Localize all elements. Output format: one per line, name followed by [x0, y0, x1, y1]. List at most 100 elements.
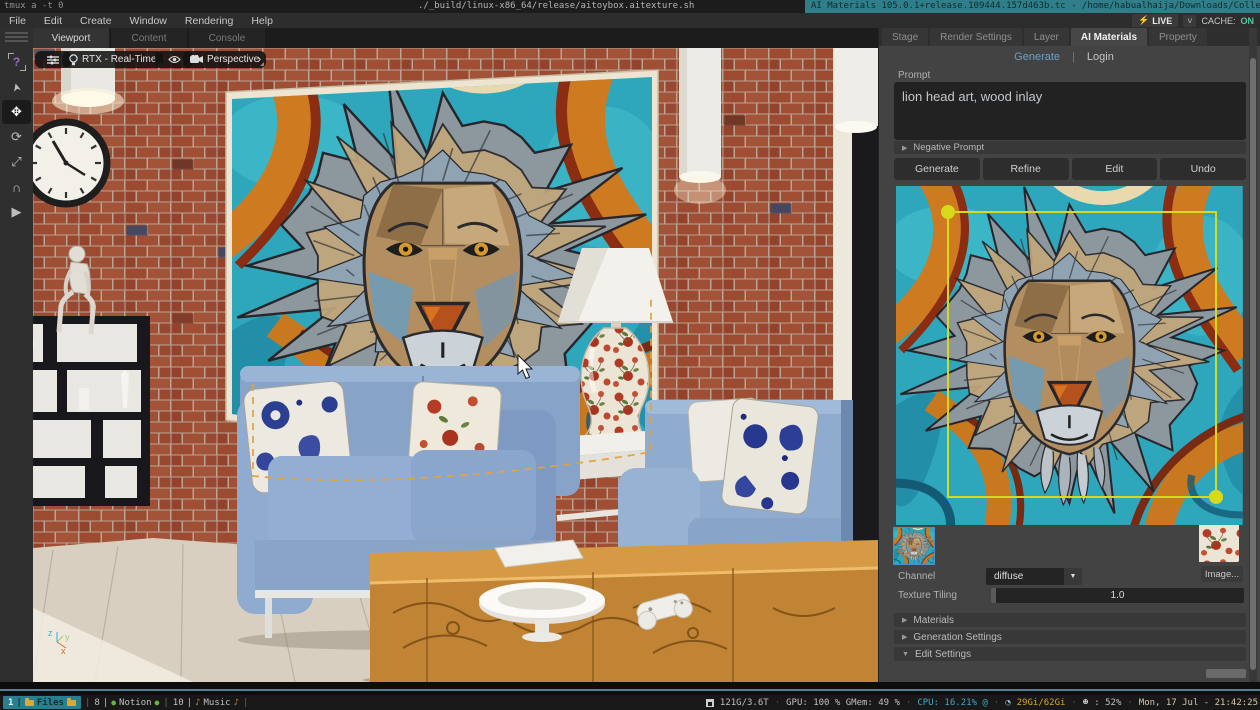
channel-dropdown[interactable]: diffuse ▼ [986, 568, 1082, 585]
texture-preview[interactable] [896, 186, 1243, 525]
process-path-text: ./_build/linux-x86_64/release/aitoybox.a… [418, 1, 694, 11]
menu-create[interactable]: Create [71, 15, 121, 27]
negative-prompt-header[interactable]: ▶ Negative Prompt [894, 141, 1246, 154]
section-materials-label: Materials [913, 615, 954, 626]
viewport-tab-bar: Viewport Content Console [33, 28, 878, 48]
scale-icon: ⤢ [11, 154, 21, 170]
tab-layer[interactable]: Layer [1024, 28, 1069, 46]
move-tool[interactable]: ✥ [2, 100, 31, 124]
coffee-table [363, 540, 878, 682]
section-materials[interactable]: ▶ Materials [894, 613, 1246, 627]
tmux-status-bar: 1 | Files | 8 | ● Notion ● | 10 | ♪ Musi… [0, 695, 1260, 710]
cache-state: ON [1241, 16, 1255, 26]
live-button[interactable]: ⚡ LIVE [1132, 14, 1178, 27]
tmux-window-notion[interactable]: 8 | ● Notion ● [94, 698, 159, 708]
bottom-gap [0, 682, 1260, 695]
disk-icon [706, 699, 714, 707]
menu-file[interactable]: File [0, 15, 35, 27]
window-label: Music [203, 698, 230, 708]
separator-dot: · [775, 698, 780, 708]
tab-render-settings[interactable]: Render Settings [930, 28, 1022, 46]
snap-tool[interactable]: ∩ [2, 175, 31, 199]
application-window: tmux a -t 0 ./_build/linux-x86_64/releas… [0, 0, 1260, 710]
pipe: | [103, 698, 108, 708]
collapsed-arrow-icon: ▶ [902, 633, 907, 641]
section-generation-settings[interactable]: ▶ Generation Settings [894, 630, 1246, 644]
texture-tiling-value: 1.0 [1111, 590, 1125, 601]
tab-property[interactable]: Property [1149, 28, 1207, 46]
live-dropdown-caret[interactable]: ˅ [1183, 15, 1196, 27]
memory-icon: ◔ [1005, 698, 1010, 708]
section-edit-settings[interactable]: ▼ Edit Settings [894, 647, 1246, 661]
menu-help[interactable]: Help [242, 15, 282, 27]
rotate-tool[interactable]: ⟳ [2, 125, 31, 149]
select-tool[interactable]: ➤ [2, 75, 31, 99]
play-button[interactable]: ▶ [2, 200, 31, 224]
prompt-input[interactable]: lion head art, wood inlay [894, 82, 1246, 140]
tmux-title-bar: tmux a -t 0 ./_build/linux-x86_64/releas… [0, 0, 1260, 13]
pipe: | [163, 698, 168, 708]
partial-control [1206, 669, 1246, 678]
menu-window[interactable]: Window [121, 15, 176, 27]
tab-viewport[interactable]: Viewport [33, 28, 109, 48]
drag-nib[interactable] [991, 588, 996, 603]
texture-tiling-field[interactable]: 1.0 [991, 588, 1244, 603]
pipe: | [85, 698, 90, 708]
window-index: 10 [173, 698, 184, 708]
mode-generate-link[interactable]: Generate [1014, 51, 1060, 63]
window-index: 8 [94, 698, 99, 708]
live-label: LIVE [1152, 16, 1172, 26]
panel-tab-bar: Stage Render Settings Layer AI Materials… [879, 28, 1260, 46]
pendant-lamp-center [674, 48, 726, 204]
mode-login-link[interactable]: Login [1087, 51, 1114, 63]
undo-button[interactable]: Undo [1160, 158, 1246, 180]
generated-texture-thumbnail[interactable] [894, 528, 934, 564]
sidebar-grip-icon[interactable] [5, 32, 28, 42]
channel-value: diffuse [994, 571, 1023, 582]
axis-z-label: z [48, 628, 53, 638]
action-buttons: Generate Refine Edit Undo [894, 158, 1246, 180]
tab-stage[interactable]: Stage [882, 28, 928, 46]
image-button[interactable]: Image... [1201, 566, 1243, 582]
camera-dropdown[interactable]: Perspective [183, 51, 266, 68]
texture-preview-image [896, 186, 1243, 525]
expanded-arrow-icon: ▼ [902, 651, 909, 658]
display-shelf [33, 316, 150, 506]
tmux-window-music[interactable]: 10 | ♪ Music ♪ [173, 698, 239, 708]
datetime: Mon, 17 Jul - 21:42:25 [1139, 698, 1258, 708]
separator-dot: · [994, 698, 999, 708]
tmux-window-files[interactable]: 1 | Files [3, 696, 81, 709]
rotate-icon: ⟳ [11, 129, 22, 145]
viewport-3d[interactable]: z y x RTX - Real-Time [33, 48, 878, 682]
pipe: | [243, 698, 248, 708]
section-edit-settings-label: Edit Settings [915, 649, 971, 660]
collapsed-arrow-icon: ▶ [902, 616, 907, 624]
renderer-dropdown[interactable]: RTX - Real-Time [62, 51, 163, 68]
eye-icon [168, 55, 181, 64]
reference-image-thumbnail[interactable] [1199, 525, 1239, 561]
prompt-label: Prompt [898, 70, 930, 81]
refine-button[interactable]: Refine [983, 158, 1069, 180]
help-select-tool[interactable]: ? [2, 50, 31, 74]
tab-console[interactable]: Console [189, 28, 265, 48]
play-icon: ▶ [12, 204, 22, 220]
camera-label: Perspective [207, 54, 259, 65]
tab-ai-materials[interactable]: AI Materials [1071, 28, 1147, 46]
menu-rendering[interactable]: Rendering [176, 15, 242, 27]
panel-scrollbar[interactable] [1249, 28, 1257, 682]
ai-materials-panel: Stage Render Settings Layer AI Materials… [878, 28, 1260, 682]
scale-tool[interactable]: ⤢ [2, 150, 31, 174]
generate-button[interactable]: Generate [894, 158, 980, 180]
edit-button[interactable]: Edit [1072, 158, 1158, 180]
apple-icon: ● [155, 698, 160, 707]
chevron-right-icon[interactable]: › [257, 51, 261, 66]
load-stats: : 52% [1094, 698, 1121, 708]
menu-edit[interactable]: Edit [35, 15, 71, 27]
scrollbar-handle[interactable] [1250, 58, 1256, 670]
window-index: 1 [8, 698, 13, 708]
window-label: Notion [119, 698, 152, 708]
crop-handle-bottomright[interactable] [1209, 490, 1223, 504]
crop-handle-topleft[interactable] [941, 205, 955, 219]
tab-content[interactable]: Content [111, 28, 187, 48]
cpu-stats: CPU: 16.21% @ [917, 698, 987, 708]
